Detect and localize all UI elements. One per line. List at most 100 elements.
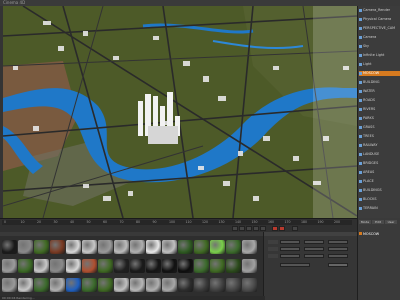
object-item[interactable]: Sky (359, 44, 400, 49)
object-item[interactable]: RIVERS (359, 107, 400, 112)
material-swatch[interactable] (194, 278, 209, 292)
material-swatch[interactable] (162, 240, 177, 254)
material-swatch[interactable] (162, 259, 177, 273)
object-item[interactable]: LANDUSE (359, 152, 400, 157)
material-swatch[interactable] (226, 240, 241, 254)
apply-button[interactable] (328, 263, 348, 267)
material-swatch[interactable] (178, 278, 193, 292)
position-y-field[interactable] (280, 247, 300, 251)
rotation-b-field[interactable] (328, 254, 348, 258)
material-swatch[interactable] (130, 240, 145, 254)
object-item[interactable]: BLOCKS (359, 197, 400, 202)
tab-user[interactable]: User (385, 220, 397, 224)
record-button[interactable] (272, 226, 278, 231)
material-swatch[interactable] (66, 259, 81, 273)
object-item[interactable]: AREAS (359, 170, 400, 175)
material-swatch[interactable] (226, 278, 241, 292)
coord-mode-select[interactable] (280, 263, 310, 267)
3d-viewport[interactable] (3, 6, 357, 218)
material-swatch[interactable] (162, 278, 177, 292)
object-item[interactable]: Infinite Light (359, 53, 400, 58)
object-item[interactable]: PERSPECTIVE_CAM (359, 26, 400, 31)
size-x-field[interactable] (304, 240, 324, 244)
material-swatch[interactable] (34, 278, 49, 292)
object-item[interactable]: TREES (359, 134, 400, 139)
object-item[interactable]: Camera_Render (359, 8, 400, 13)
material-swatch[interactable] (82, 240, 97, 254)
material-swatch[interactable] (82, 259, 97, 273)
tab-edit[interactable]: Edit (372, 220, 384, 224)
material-swatch[interactable] (50, 278, 65, 292)
material-swatch[interactable] (66, 240, 81, 254)
attribute-manager[interactable]: Mode Edit User MOSCOW (357, 218, 400, 300)
object-item-label: RAILWAY (363, 143, 378, 147)
object-manager[interactable]: Camera_Render Physical Camera PERSPECTIVE_… (357, 6, 400, 218)
object-item[interactable]: PARKS (359, 116, 400, 121)
object-item[interactable]: BUILDINGS (359, 188, 400, 193)
material-swatch[interactable] (114, 240, 129, 254)
go-to-end-button[interactable] (260, 226, 266, 231)
object-item[interactable]: TERRAIN (359, 206, 400, 211)
material-swatch[interactable] (18, 278, 33, 292)
material-swatch[interactable] (18, 259, 33, 273)
object-item[interactable]: ROADS (359, 98, 400, 103)
material-manager[interactable] (0, 236, 263, 298)
material-swatch[interactable] (146, 259, 161, 273)
material-swatch[interactable] (50, 240, 65, 254)
material-swatch[interactable] (210, 278, 225, 292)
object-item[interactable]: PLACE (359, 179, 400, 184)
tab-mode[interactable]: Mode (359, 220, 371, 224)
position-x-field[interactable] (280, 240, 300, 244)
object-item[interactable]: WATER (359, 89, 400, 94)
object-item[interactable]: MOSCOW (359, 71, 400, 76)
material-swatch[interactable] (114, 278, 129, 292)
material-swatch[interactable] (242, 278, 257, 292)
material-swatch[interactable] (98, 240, 113, 254)
material-swatch[interactable] (194, 259, 209, 273)
size-y-field[interactable] (304, 247, 324, 251)
material-swatch[interactable] (242, 259, 257, 273)
timeline-ruler[interactable]: 0 10 20 30 40 50 60 70 80 90 100 110 120 130 140 150 160… (2, 220, 352, 225)
material-swatch[interactable] (210, 240, 225, 254)
object-item[interactable]: Physical Camera (359, 17, 400, 22)
timeline[interactable]: 0 10 20 30 40 50 60 70 80 90 100 110 120 130 140 150 160… (0, 218, 357, 233)
object-item[interactable]: Camera (359, 35, 400, 40)
object-item[interactable]: RAILWAY (359, 143, 400, 148)
material-swatch[interactable] (66, 278, 81, 292)
material-swatch[interactable] (18, 240, 33, 254)
material-swatch[interactable] (130, 259, 145, 273)
previous-frame-button[interactable] (239, 226, 245, 231)
material-swatch[interactable] (114, 259, 129, 273)
object-item[interactable]: BUILDING (359, 80, 400, 85)
material-swatch[interactable] (210, 259, 225, 273)
keyframe-button[interactable] (292, 226, 298, 231)
material-swatch[interactable] (146, 240, 161, 254)
size-z-field[interactable] (304, 254, 324, 258)
material-swatch[interactable] (34, 259, 49, 273)
material-swatch[interactable] (98, 259, 113, 273)
material-swatch[interactable] (98, 278, 113, 292)
go-to-start-button[interactable] (232, 226, 238, 231)
rotation-h-field[interactable] (328, 240, 348, 244)
material-swatch[interactable] (82, 278, 97, 292)
material-swatch[interactable] (178, 240, 193, 254)
rotation-p-field[interactable] (328, 247, 348, 251)
object-item[interactable]: Light (359, 62, 400, 67)
material-swatch[interactable] (34, 240, 49, 254)
material-swatch[interactable] (130, 278, 145, 292)
material-swatch[interactable] (50, 259, 65, 273)
material-swatch[interactable] (2, 259, 17, 273)
object-item[interactable]: BRIDGES (359, 161, 400, 166)
position-z-field[interactable] (280, 254, 300, 258)
material-swatch[interactable] (2, 240, 17, 254)
material-swatch[interactable] (194, 240, 209, 254)
object-item[interactable]: GRASS (359, 125, 400, 130)
next-frame-button[interactable] (253, 226, 259, 231)
material-swatch[interactable] (242, 240, 257, 254)
material-swatch[interactable] (178, 259, 193, 273)
autokey-button[interactable] (279, 226, 285, 231)
material-swatch[interactable] (146, 278, 161, 292)
material-swatch[interactable] (2, 278, 17, 292)
play-button[interactable] (246, 226, 252, 231)
material-swatch[interactable] (226, 259, 241, 273)
